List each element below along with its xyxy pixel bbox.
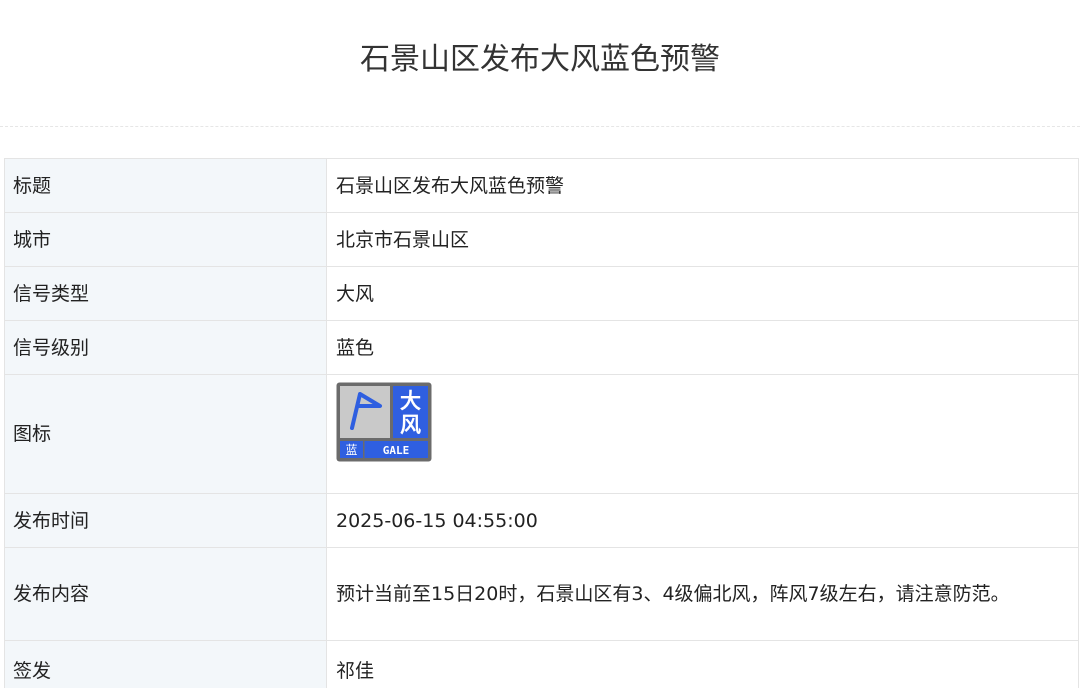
row-label: 信号级别 [4, 320, 327, 375]
badge-bottom-char: 风 [400, 413, 421, 437]
row-value-icon: 大 风 蓝 GALE [326, 374, 1079, 494]
row-value: 2025-06-15 04:55:00 [326, 493, 1079, 548]
table-row-icon: 图标 大 风 蓝 GALE [4, 374, 1079, 494]
table-row-city: 城市 北京市石景山区 [4, 212, 1079, 267]
row-label: 发布内容 [4, 547, 327, 641]
badge-top-char: 大 [400, 389, 421, 413]
row-label: 标题 [4, 158, 327, 213]
page-title: 石景山区发布大风蓝色预警 [360, 42, 720, 77]
row-label: 城市 [4, 212, 327, 267]
warning-page: 石景山区发布大风蓝色预警 标题 石景山区发布大风蓝色预警 城市 北京市石景山区 … [0, 0, 1080, 688]
table-row-title: 标题 石景山区发布大风蓝色预警 [4, 158, 1079, 213]
warning-info-table: 标题 石景山区发布大风蓝色预警 城市 北京市石景山区 信号类型 大风 信号级别 … [4, 158, 1079, 688]
row-value: 预计当前至15日20时，石景山区有3、4级偏北风，阵风7级左右，请注意防范。 [326, 547, 1079, 641]
row-value: 大风 [326, 266, 1079, 321]
table-row-publish-time: 发布时间 2025-06-15 04:55:00 [4, 493, 1079, 548]
row-label: 签发 [4, 640, 327, 688]
table-row-signal-type: 信号类型 大风 [4, 266, 1079, 321]
row-value: 祁佳 [326, 640, 1079, 688]
row-value: 石景山区发布大风蓝色预警 [326, 158, 1079, 213]
badge-level-char: 蓝 [345, 443, 357, 457]
row-label: 信号类型 [4, 266, 327, 321]
title-divider [0, 126, 1080, 127]
table-row-signal-level: 信号级别 蓝色 [4, 320, 1079, 375]
gale-blue-warning-icon: 大 风 蓝 GALE [336, 382, 432, 462]
row-value: 蓝色 [326, 320, 1079, 375]
table-row-content: 发布内容 预计当前至15日20时，石景山区有3、4级偏北风，阵风7级左右，请注意… [4, 547, 1079, 641]
row-label: 图标 [4, 374, 327, 494]
row-value: 北京市石景山区 [326, 212, 1079, 267]
badge-english-label: GALE [383, 444, 410, 457]
row-label: 发布时间 [4, 493, 327, 548]
table-row-signed-by: 签发 祁佳 [4, 640, 1079, 688]
